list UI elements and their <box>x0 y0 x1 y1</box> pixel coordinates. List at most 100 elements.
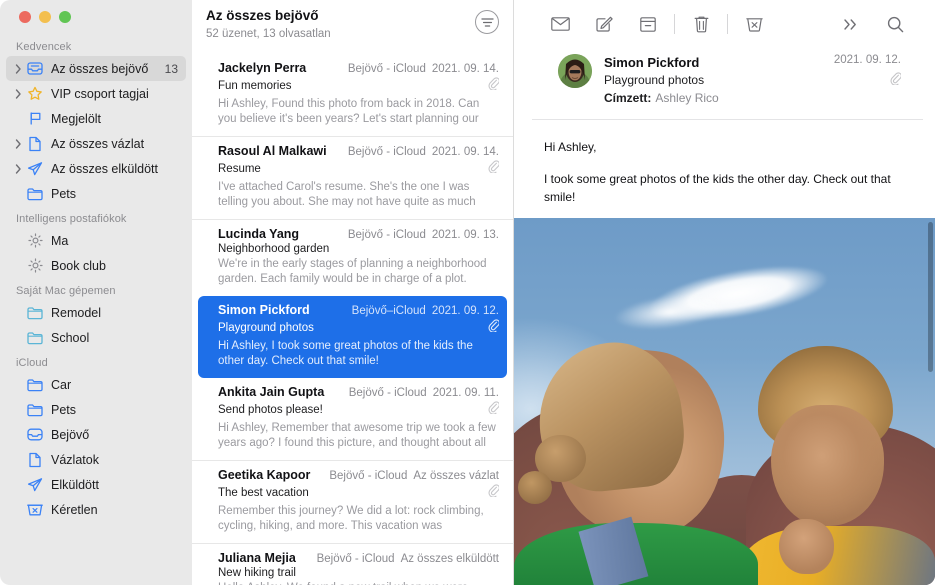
sidebar-item-label: Ma <box>51 233 69 248</box>
archive-icon[interactable] <box>626 9 670 39</box>
message-body: Hi Ashley, I took some great photos of t… <box>514 120 935 218</box>
sort-filter-icon[interactable] <box>475 10 499 34</box>
sidebar-item-remodel[interactable]: Remodel <box>6 300 186 325</box>
close-button[interactable] <box>19 11 31 23</box>
sidebar-item-book-club[interactable]: Book club <box>6 253 186 278</box>
table-row[interactable]: Lucinda Yang Bejövő - iCloud 2021. 09. 1… <box>192 219 513 296</box>
message-sender: Jackelyn Perra <box>218 61 307 75</box>
mailbox-title-block: Az összes bejövő 52 üzenet, 13 olvasatla… <box>206 8 331 41</box>
unread-count-badge: 13 <box>164 61 178 76</box>
sidebar-item-junk[interactable]: Kéretlen <box>6 497 186 522</box>
sidebar-item-flagged[interactable]: Megjelölt <box>6 106 186 131</box>
message-preview: We're in the early stages of planning a … <box>218 258 487 286</box>
message-attachment-photo[interactable] <box>514 217 935 585</box>
folder-icon <box>25 331 45 345</box>
message-subject: Fun memories <box>218 80 292 92</box>
message-mailbox: Bejövő - iCloud <box>347 146 426 158</box>
sidebar-section-title-smart: Intelligens postafiókok <box>16 213 127 225</box>
table-row[interactable]: Ankita Jain Gupta Bejövő - iCloud 2021. … <box>192 378 513 460</box>
sidebar-item-ma[interactable]: Ma <box>6 228 186 253</box>
sidebar-item-sent[interactable]: Elküldött <box>6 472 186 497</box>
sidebar-item-all-inboxes[interactable]: Az összes bejövő 13 <box>6 56 186 81</box>
table-row[interactable]: Geetika Kapoor Bejövő - iCloud Az összes… <box>192 459 513 543</box>
mail-window: Kedvencek Az összes bejövő 13 VIP csopor… <box>0 0 935 585</box>
message-list-header: Az összes bejövő 52 üzenet, 13 olvasatla… <box>192 0 513 54</box>
gear-icon <box>25 258 45 273</box>
toolbar-divider <box>674 14 675 34</box>
attachment-icon <box>488 160 500 178</box>
sidebar-item-label: Car <box>51 377 72 392</box>
compose-icon[interactable] <box>582 9 626 39</box>
message-date: 2021. 09. 11. <box>432 386 499 399</box>
sidebar-item-label: Pets <box>51 186 77 201</box>
recipient-label: Címzett: <box>604 90 652 105</box>
sidebar-item-all-sent[interactable]: Az összes elküldött <box>6 156 186 181</box>
reading-pane: Simon Pickford Playground photos Címzett… <box>514 0 935 585</box>
message-date: 2021. 09. 13. <box>431 229 499 241</box>
sent-icon <box>25 477 45 493</box>
sidebar-section-title-kedvencek: Kedvencek <box>16 41 72 53</box>
folder-icon <box>25 403 45 417</box>
message-mailbox: Bejövő - iCloud <box>347 63 426 75</box>
sidebar-item-label: Az összes elküldött <box>51 161 158 176</box>
chevron-right-icon[interactable] <box>12 138 25 149</box>
message-sender: Rasoul Al Malkawi <box>218 144 327 158</box>
attachment-icon <box>488 319 500 337</box>
boy-face <box>770 405 885 527</box>
recipient-value: Ashley Rico <box>655 90 719 105</box>
zoom-button[interactable] <box>59 11 71 23</box>
sidebar-item-label: Kéretlen <box>51 502 98 517</box>
draft-icon <box>25 136 45 152</box>
message-subject: Playground photos <box>218 322 314 334</box>
message-header: Simon Pickford Playground photos Címzett… <box>532 48 923 120</box>
minimize-button[interactable] <box>39 11 51 23</box>
message-date: Az összes elküldött <box>400 552 499 565</box>
table-row[interactable]: Jackelyn Perra Bejövő - iCloud 2021. 09.… <box>192 54 513 136</box>
gear-icon <box>25 233 45 248</box>
chevron-right-icon[interactable] <box>12 63 25 74</box>
search-icon[interactable] <box>873 9 917 39</box>
junk-icon[interactable] <box>732 9 776 39</box>
sidebar-item-pets-fav[interactable]: Pets <box>6 181 186 206</box>
sidebar-item-inbox[interactable]: Bejövő <box>6 422 186 447</box>
more-chevrons-icon[interactable] <box>829 9 873 39</box>
sidebar-item-car[interactable]: Car <box>6 372 186 397</box>
sidebar-item-all-drafts[interactable]: Az összes vázlat <box>6 131 186 156</box>
mailbox-message-count: 52 üzenet, 13 olvasatlan <box>206 27 331 40</box>
sidebar-item-pets-icloud[interactable]: Pets <box>6 397 186 422</box>
message-date: 2021. 09. 12. <box>833 54 901 66</box>
chevron-right-icon[interactable] <box>12 163 25 174</box>
attachment-icon <box>488 400 500 419</box>
table-row[interactable]: Rasoul Al Malkawi Bejövő - iCloud 2021. … <box>192 136 513 219</box>
message-date: 2021. 09. 14. <box>431 63 499 75</box>
draft-icon <box>25 452 45 468</box>
sidebar-item-label: Vázlatok <box>51 452 99 467</box>
table-row-selected[interactable]: Simon Pickford Bejövő–iCloud 2021. 09. 1… <box>198 296 507 378</box>
message-preview: Hello Ashley, We found a new trail when … <box>218 581 499 585</box>
mailbox-title: Az összes bejövő <box>206 8 319 23</box>
message-date: 2021. 09. 14. <box>431 146 499 158</box>
all-inboxes-icon <box>25 61 45 76</box>
junk-icon <box>25 503 45 517</box>
table-row[interactable]: Juliana Mejia Bejövő - iCloud Az összes … <box>192 542 513 585</box>
sidebar-item-drafts[interactable]: Vázlatok <box>6 447 186 472</box>
sidebar-item-school[interactable]: School <box>6 325 186 350</box>
sidebar-item-vip[interactable]: VIP csoport tagjai <box>6 81 186 106</box>
message-preview: Hi Ashley, Found this photo from back in… <box>218 98 480 126</box>
mail-toolbar <box>514 0 935 48</box>
girl-hair-bun-lower <box>518 471 552 505</box>
body-paragraph: I took some great photos of the kids the… <box>544 171 891 204</box>
scrollbar[interactable] <box>928 221 933 372</box>
delete-icon[interactable] <box>679 9 723 39</box>
attachment-icon[interactable] <box>890 72 902 90</box>
mark-unread-icon[interactable] <box>538 9 582 39</box>
message-date: Az összes vázlat <box>413 469 499 482</box>
window-controls <box>0 0 192 34</box>
message-list-pane: Az összes bejövő 52 üzenet, 13 olvasatla… <box>192 0 514 585</box>
message-mailbox: Bejövő - iCloud <box>347 229 426 241</box>
message-subject: The best vacation <box>218 486 309 499</box>
chevron-right-icon[interactable] <box>12 88 25 99</box>
message-preview: Hi Ashley, I took some great photos of t… <box>218 340 473 368</box>
message-rows: Jackelyn Perra Bejövő - iCloud 2021. 09.… <box>192 54 513 585</box>
attachment-icon <box>488 77 500 95</box>
